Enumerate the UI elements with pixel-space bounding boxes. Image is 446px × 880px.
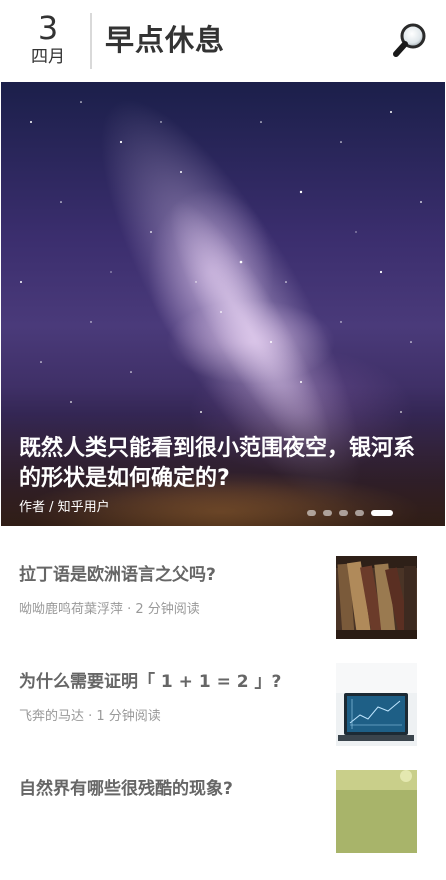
story-thumbnail[interactable]: [336, 770, 417, 853]
list-item[interactable]: 自然界有哪些很残酷的现象?: [0, 770, 446, 880]
story-thumbnail[interactable]: [336, 663, 417, 746]
old-books-image: [336, 556, 417, 639]
search-icon[interactable]: [392, 22, 428, 58]
list-item[interactable]: 为什么需要证明「 1 + 1 = 2 」? 飞奔的马达 · 1 分钟阅读: [0, 663, 446, 773]
date-month: 四月: [31, 47, 65, 67]
story-meta: 呦呦鹿鸣荷葉浮萍 · 2 分钟阅读: [19, 602, 200, 617]
story-meta: 飞奔的马达 · 1 分钟阅读: [19, 709, 161, 724]
carousel-dot[interactable]: [323, 510, 332, 516]
header: 3 四月 早点休息: [0, 0, 446, 82]
header-divider: [90, 13, 92, 69]
story-title[interactable]: 拉丁语是欧洲语言之父吗?: [19, 560, 216, 585]
date-day: 3: [37, 9, 59, 47]
date-block: 3 四月: [18, 10, 78, 68]
carousel-dot-active[interactable]: [371, 510, 393, 516]
carousel-dot[interactable]: [355, 510, 364, 516]
story-title[interactable]: 为什么需要证明「 1 + 1 = 2 」?: [19, 667, 281, 692]
laptop-math-image: [336, 663, 417, 746]
carousel-indicator: [307, 510, 393, 516]
list-item[interactable]: 拉丁语是欧洲语言之父吗? 呦呦鹿鸣荷葉浮萍 · 2 分钟阅读: [0, 556, 446, 666]
story-title[interactable]: 自然界有哪些很残酷的现象?: [19, 774, 233, 799]
carousel-dot[interactable]: [339, 510, 348, 516]
app-title: 早点休息: [105, 23, 226, 57]
carousel-dot[interactable]: [307, 510, 316, 516]
hero-banner[interactable]: 既然人类只能看到很小范围夜空，银河系的形状是如何确定的? 作者 / 知乎用户: [1, 82, 445, 526]
hero-title[interactable]: 既然人类只能看到很小范围夜空，银河系的形状是如何确定的?: [19, 434, 429, 494]
nature-image: [336, 770, 417, 853]
hero-author: 作者 / 知乎用户: [19, 500, 110, 515]
story-thumbnail[interactable]: [336, 556, 417, 639]
